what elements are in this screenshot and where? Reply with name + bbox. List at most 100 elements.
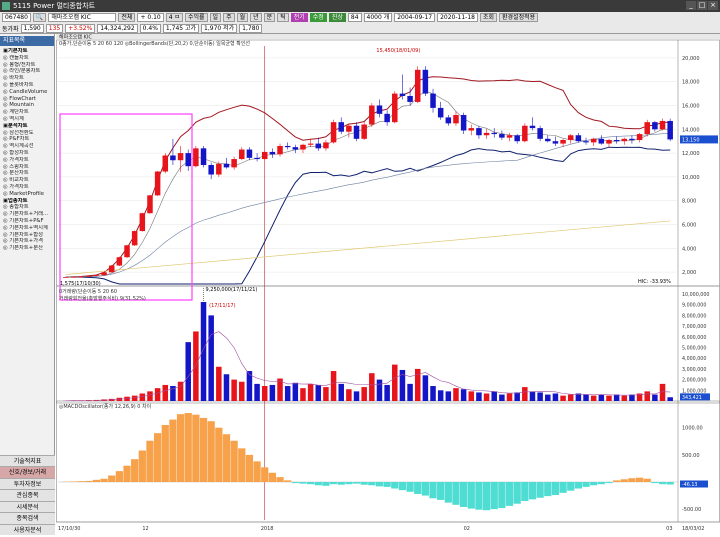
sidebar-item[interactable]: ◎ 계단차트 — [0, 109, 54, 116]
price-field: 1,590 — [21, 24, 44, 33]
sidebar-item[interactable]: ◎ 가격차트 — [0, 157, 54, 164]
date-from-field[interactable]: 2004-09-17 — [394, 13, 435, 22]
sidebar-item[interactable]: ◎ 기본차트+P&F — [0, 218, 54, 225]
low-field: 1,970 저가 — [201, 24, 237, 33]
macd-bar — [353, 482, 360, 484]
sidebar-item[interactable]: ◎ 가격차트 — [0, 184, 54, 191]
sidebar-item[interactable]: ◎ 역시계 — [0, 116, 54, 123]
volume-bar — [377, 380, 383, 401]
year-tab[interactable]: 년 — [250, 13, 262, 22]
macd-bar — [429, 482, 436, 498]
all-button[interactable]: 전체 — [118, 13, 135, 22]
candle-body — [132, 231, 138, 245]
sidebar-bottom-button[interactable]: 종목검색 — [0, 512, 55, 524]
candle-body — [576, 135, 582, 141]
stock-code-input[interactable]: 067480 — [2, 13, 31, 22]
search-icon[interactable]: 🔍 — [33, 13, 46, 22]
volume-bar — [469, 391, 475, 401]
settings-button[interactable]: 환경설정적용 — [499, 13, 538, 22]
day-tab[interactable]: 일 — [210, 13, 222, 22]
macd-bar — [406, 482, 413, 492]
sidebar-item[interactable]: ◎ 스윙차트 — [0, 164, 54, 171]
tick-tab[interactable]: 틱 — [277, 13, 289, 22]
candle-body — [308, 144, 314, 145]
sidebar-item[interactable]: ◎ 라인/분봉차트 — [0, 68, 54, 75]
candle-body — [560, 140, 566, 144]
macd-bar — [208, 421, 215, 482]
candle-body — [185, 153, 191, 166]
month-tab[interactable]: 월 — [237, 13, 249, 22]
sidebar-item[interactable]: ◎ 기본차트+역시계 — [0, 225, 54, 232]
candle-body — [384, 114, 390, 122]
x-axis-label: 17/10/30 — [58, 526, 80, 532]
candle-body — [545, 139, 551, 141]
query-button[interactable]: 조회 — [480, 13, 497, 22]
week-tab[interactable]: 주 — [223, 13, 235, 22]
sidebar-item[interactable]: ◎ 바차트 — [0, 75, 54, 82]
candle-body — [231, 159, 237, 167]
sidebar-bottom-button[interactable]: 사용자분석 — [0, 524, 55, 536]
stock-name-field[interactable]: 해마조오캠 KIC — [48, 13, 116, 22]
close-icon[interactable]: × — [708, 1, 718, 10]
sidebar-bottom-button[interactable]: 시세분석 — [0, 501, 55, 513]
sidebar-item[interactable]: ◎ 봉형/전차트 — [0, 62, 54, 69]
volume-bar — [178, 382, 184, 401]
volume-bar — [583, 395, 589, 401]
candle-body — [537, 128, 543, 139]
macd-bar — [598, 482, 605, 484]
candle-body — [285, 146, 291, 147]
sidebar-item[interactable]: ◎ 캔들차트 — [0, 55, 54, 62]
date-to-field[interactable]: 2020-11-18 — [437, 13, 478, 22]
sidebar-item[interactable]: ◎ 기본차트+합성 — [0, 232, 54, 239]
sidebar-item[interactable]: ◎ 역시계곡선 — [0, 143, 54, 150]
change-field[interactable]: + 0.10 — [137, 13, 163, 22]
maximize-icon[interactable]: □ — [697, 1, 707, 10]
sidebar-item[interactable]: ◎ CandleVolume — [0, 89, 54, 96]
row2-label: 동가파 — [2, 24, 19, 33]
sujeong-button[interactable]: 수정 — [310, 13, 327, 22]
sidebar-item[interactable]: ◎ P&F차트 — [0, 136, 54, 143]
sidebar-item[interactable]: ◎ 삼선전환도 — [0, 130, 54, 137]
toolbar: 067480 🔍 해마조오캠 KIC 전체 + 0.10 4 ㅁ 수익률 일 주… — [0, 12, 720, 34]
yield-button[interactable]: 수익률 — [185, 13, 208, 22]
sidebar-item[interactable]: ◎ Mountain — [0, 102, 54, 109]
sidebar-item[interactable]: ◎ FlowChart — [0, 96, 54, 103]
minimize-icon[interactable]: _ — [686, 1, 696, 10]
sidebar-item[interactable]: ◎ 플롯바차트 — [0, 82, 54, 89]
sidebar-bottom-button[interactable]: 관심종목 — [0, 489, 55, 501]
sidebar-item[interactable]: ◎ 비교차트 — [0, 177, 54, 184]
sidebar-item[interactable]: ◎ 분산차트 — [0, 170, 54, 177]
volume-bar — [239, 382, 245, 401]
candle-body — [667, 121, 673, 139]
minute-tab[interactable]: 분 — [264, 13, 276, 22]
macd-bar — [246, 455, 253, 482]
period-field[interactable]: 4000 개 — [364, 13, 393, 22]
sidebar-item[interactable]: ◎ 합성차트 — [0, 150, 54, 157]
sidebar-item[interactable]: ▣업종차트 — [0, 198, 54, 205]
sidebar-item[interactable]: ◎ 기본차트+분산 — [0, 245, 54, 252]
jeonggi-button[interactable]: 전기 — [291, 13, 308, 22]
unit-button[interactable]: 4 ㅁ — [166, 13, 183, 22]
count-field[interactable]: 84 — [348, 13, 362, 22]
sidebar-bottom-button[interactable]: 기술적지표 — [0, 455, 55, 467]
candle-body — [216, 164, 222, 175]
sidebar-item[interactable]: ▣분석차트 — [0, 123, 54, 130]
chart-area[interactable]: 해마조오캠 KIC20,00018,00016,00014,00012,0001… — [56, 34, 720, 535]
sidebar-bottom-button[interactable]: 투자자정보 — [0, 478, 55, 490]
sidebar-item[interactable]: ◎ MarketProfile — [0, 191, 54, 198]
sidebar-item[interactable]: ◎ 기본차트+가격 — [0, 238, 54, 245]
sidebar-bottom-button[interactable]: 신호/경보/거래 — [0, 466, 55, 478]
jinsang-button[interactable]: 진상 — [329, 13, 346, 22]
volume-bar — [224, 374, 230, 401]
window-title: Power 멀티종합차트 — [33, 1, 95, 11]
candle-body — [660, 121, 666, 129]
sidebar-item[interactable]: ◎ 종합차트 — [0, 204, 54, 211]
candle-body — [469, 128, 475, 130]
high-field: 1,745 고가 — [163, 24, 199, 33]
chart-svg[interactable]: 해마조오캠 KIC20,00018,00016,00014,00012,0001… — [56, 34, 720, 535]
sidebar-item[interactable]: ▣기본차트 — [0, 48, 54, 55]
sidebar-item[interactable]: ◎ 기본차트+거래... — [0, 211, 54, 218]
volume-bar — [514, 392, 520, 401]
macd-bar — [575, 482, 582, 489]
candle-body — [71, 277, 77, 278]
